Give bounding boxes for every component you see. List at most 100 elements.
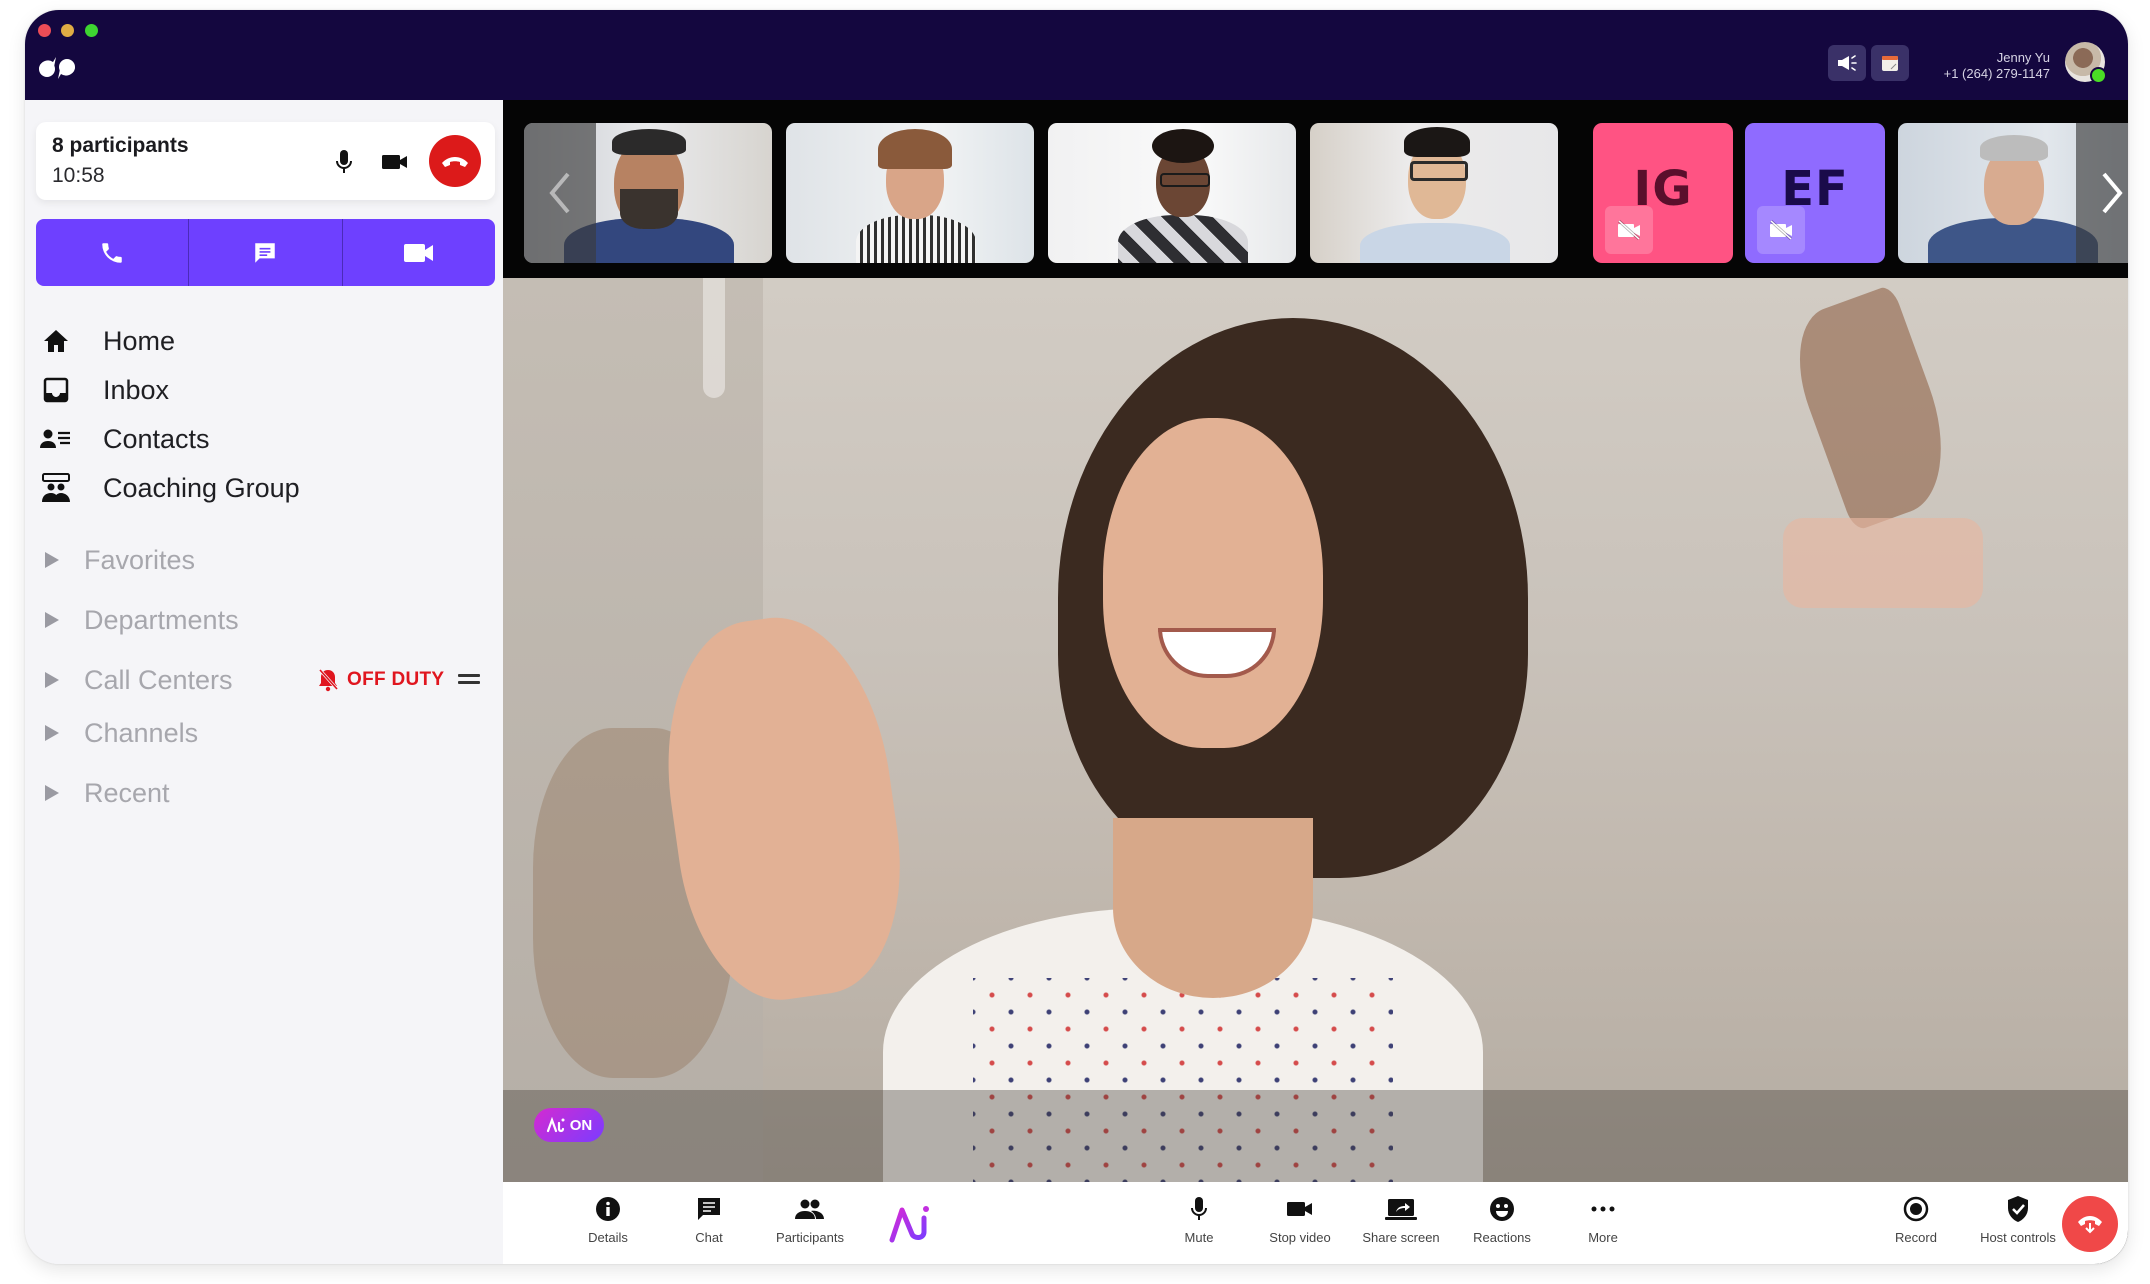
toolbar-label: Chat	[695, 1230, 723, 1245]
participant-tile[interactable]	[786, 123, 1034, 263]
nav-item-contacts[interactable]: Contacts	[39, 419, 210, 459]
toolbar-label: Stop video	[1269, 1230, 1331, 1245]
video-toggle-button[interactable]	[380, 147, 410, 177]
participants-icon	[795, 1199, 824, 1219]
camera-off-icon	[1769, 219, 1793, 241]
nav-item-coaching-group[interactable]: Coaching Group	[39, 468, 300, 508]
section-recent[interactable]: Recent	[45, 773, 170, 813]
inbox-icon	[43, 377, 69, 403]
app-window: Jenny Yu +1 (264) 279-1147 8 participant…	[25, 10, 2128, 1264]
drag-handle-icon[interactable]	[458, 674, 480, 686]
hang-up-icon	[2078, 1216, 2102, 1234]
quick-actions-bar	[36, 219, 495, 286]
call-duration: 10:58	[52, 164, 105, 187]
new-call-button[interactable]	[36, 219, 190, 286]
meeting-area: IG EF ON Details Chat Participants Mute …	[503, 100, 2128, 1264]
bell-off-icon	[318, 668, 339, 692]
shield-check-icon	[2008, 1196, 2028, 1222]
section-label: Call Centers	[84, 664, 233, 695]
user-avatar[interactable]	[2065, 42, 2107, 84]
minimize-window-button[interactable]	[61, 24, 74, 37]
toolbar-label: Share screen	[1362, 1230, 1440, 1245]
new-message-button[interactable]	[189, 219, 343, 286]
camera-off-indicator	[1757, 206, 1805, 254]
expand-triangle-icon	[45, 672, 59, 688]
off-duty-label: OFF DUTY	[347, 669, 445, 690]
section-call-centers[interactable]: Call Centers OFF DUTY	[45, 660, 485, 700]
off-duty-status[interactable]: OFF DUTY	[317, 660, 444, 700]
sidebar: 8 participants 10:58 Home Inbox Contacts…	[25, 100, 503, 1264]
participants-button[interactable]: Participants	[755, 1194, 865, 1245]
participant-tile-ig[interactable]: IG	[1593, 123, 1733, 263]
ai-assistant-status-badge[interactable]: ON	[534, 1108, 604, 1142]
section-favorites[interactable]: Favorites	[45, 540, 195, 580]
main-video[interactable]: ON	[503, 278, 2128, 1182]
record-icon	[1903, 1196, 1929, 1222]
calendar-icon	[1882, 56, 1898, 71]
expand-triangle-icon	[45, 612, 59, 628]
camera-off-icon	[1617, 219, 1641, 241]
expand-triangle-icon	[45, 725, 59, 741]
video-icon	[403, 243, 433, 262]
chat-button[interactable]: Chat	[654, 1194, 764, 1245]
reactions-button[interactable]: Reactions	[1447, 1194, 1557, 1245]
stop-video-button[interactable]: Stop video	[1245, 1194, 1355, 1245]
section-channels[interactable]: Channels	[45, 713, 198, 753]
calendar-button[interactable]	[1871, 45, 1909, 81]
ai-assistant-icon	[546, 1117, 565, 1133]
participants-count: 8 participants	[52, 134, 189, 157]
coaching-group-icon	[42, 473, 70, 502]
section-label: Favorites	[84, 544, 196, 575]
chevron-right-icon	[2102, 172, 2123, 214]
chevron-left-icon	[549, 172, 570, 214]
section-departments[interactable]: Departments	[45, 600, 239, 640]
toolbar-label: Host controls	[1980, 1230, 2056, 1245]
camera-off-indicator	[1605, 206, 1653, 254]
user-info[interactable]: Jenny Yu +1 (264) 279-1147	[1944, 50, 2050, 82]
call-icon	[102, 242, 122, 263]
section-label: Channels	[84, 717, 199, 748]
host-controls-button[interactable]: Host controls	[1963, 1194, 2073, 1245]
section-label: Departments	[84, 604, 239, 635]
user-phone: +1 (264) 279-1147	[1943, 66, 2050, 81]
nav-item-home[interactable]: Home	[39, 321, 175, 361]
toolbar-label: Participants	[776, 1230, 844, 1245]
expand-triangle-icon	[45, 785, 59, 801]
maximize-window-button[interactable]	[85, 24, 98, 37]
end-call-button[interactable]	[429, 135, 481, 187]
ai-assistant-button[interactable]	[856, 1202, 966, 1246]
scroll-right-button[interactable]	[2076, 123, 2128, 263]
presence-indicator	[2090, 67, 2107, 84]
participant-tile-ef[interactable]: EF	[1745, 123, 1885, 263]
share-screen-icon	[1385, 1199, 1417, 1220]
scroll-left-button[interactable]	[524, 123, 596, 263]
participant-tile[interactable]	[1048, 123, 1296, 263]
details-button[interactable]: Details	[553, 1194, 663, 1245]
contacts-icon	[40, 429, 70, 448]
nav-label: Inbox	[103, 374, 170, 405]
video-overlay-band	[503, 1090, 2128, 1182]
mute-button[interactable]	[329, 147, 359, 177]
new-video-meeting-button[interactable]	[343, 219, 495, 286]
more-button[interactable]: More	[1548, 1194, 1658, 1245]
title-bar: Jenny Yu +1 (264) 279-1147	[25, 10, 2128, 100]
ai-status-label: ON	[569, 1116, 593, 1134]
active-call-card[interactable]: 8 participants 10:58	[36, 122, 495, 200]
nav-label: Contacts	[103, 423, 210, 454]
chat-icon	[698, 1198, 720, 1220]
video-camera-icon	[1287, 1202, 1312, 1216]
toolbar-label: Mute	[1184, 1230, 1214, 1245]
meeting-toolbar: Details Chat Participants Mute Stop vide…	[503, 1182, 2128, 1264]
leave-meeting-button[interactable]	[2062, 1196, 2118, 1252]
record-button[interactable]: Record	[1861, 1194, 1971, 1245]
close-window-button[interactable]	[38, 24, 51, 37]
more-icon	[1591, 1206, 1615, 1212]
announcements-button[interactable]	[1828, 45, 1866, 81]
share-screen-button[interactable]: Share screen	[1346, 1194, 1456, 1245]
mute-toolbar-button[interactable]: Mute	[1144, 1194, 1254, 1245]
home-icon	[44, 330, 68, 352]
user-name: Jenny Yu	[1996, 50, 2050, 65]
participant-tile[interactable]	[1310, 123, 1558, 263]
nav-item-inbox[interactable]: Inbox	[39, 370, 169, 410]
megaphone-icon	[1838, 55, 1857, 71]
